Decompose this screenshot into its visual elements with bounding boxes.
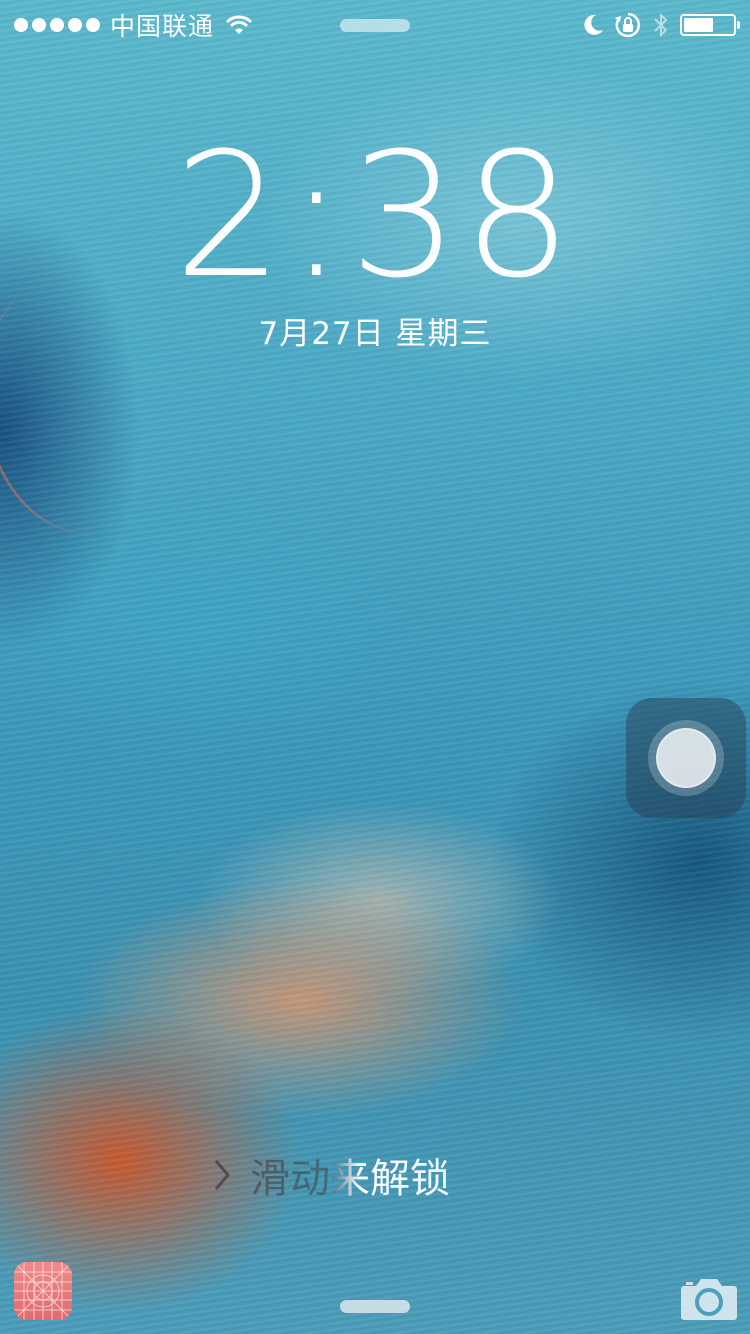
signal-strength-icon <box>14 18 100 32</box>
status-bar-left: 中国联通 <box>14 7 254 43</box>
assistive-touch-inner-ring <box>656 728 716 788</box>
assistive-touch-button[interactable] <box>626 698 746 818</box>
moon-icon <box>584 14 603 35</box>
lock-date: 7月27日 星期三 <box>258 316 492 352</box>
carrier-name: 中国联通 <box>110 12 215 41</box>
control-center-grabber[interactable] <box>340 1300 410 1313</box>
battery-fill <box>684 18 713 32</box>
app-icon[interactable] <box>14 1262 72 1320</box>
chevron-right-icon <box>214 1160 230 1190</box>
status-bar: 中国联通 <box>0 0 750 50</box>
grid-icon <box>14 1262 72 1320</box>
battery-icon <box>680 14 740 36</box>
notification-center-grabber[interactable] <box>340 19 410 32</box>
camera-icon[interactable] <box>680 1274 738 1322</box>
bluetooth-icon <box>654 12 668 38</box>
wifi-icon <box>225 15 253 34</box>
slide-to-unlock[interactable]: 滑动来解锁 <box>210 1145 450 1205</box>
status-bar-right <box>582 11 740 39</box>
slide-to-unlock-label: 滑动来解锁 <box>250 1146 450 1204</box>
lock-clock: 2:38 <box>173 115 577 316</box>
rotation-lock-icon <box>615 12 641 38</box>
